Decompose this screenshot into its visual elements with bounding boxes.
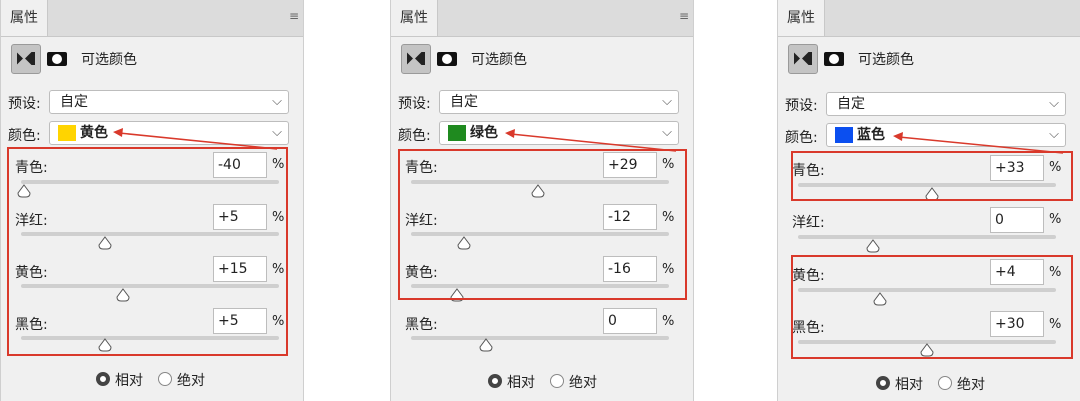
annotation-arrow <box>505 129 677 152</box>
annotation-arrow <box>113 128 278 150</box>
properties-panel-yellow: 属性 ≡ 可选颜色 预设: 自定 ⌵ 颜色: 黄色 ⌵ 青色: -40 % 洋红… <box>0 0 304 401</box>
annotation-arrow <box>893 132 1064 154</box>
properties-panel-blue: 属性 可选颜色 预设: 自定 ⌵ 颜色: 蓝色 ⌵ 青色: +33 % 洋红: … <box>777 0 1080 401</box>
properties-panel-green: 属性 ≡ 可选颜色 预设: 自定 ⌵ 颜色: 绿色 ⌵ 青色: +29 % 洋红… <box>390 0 694 401</box>
